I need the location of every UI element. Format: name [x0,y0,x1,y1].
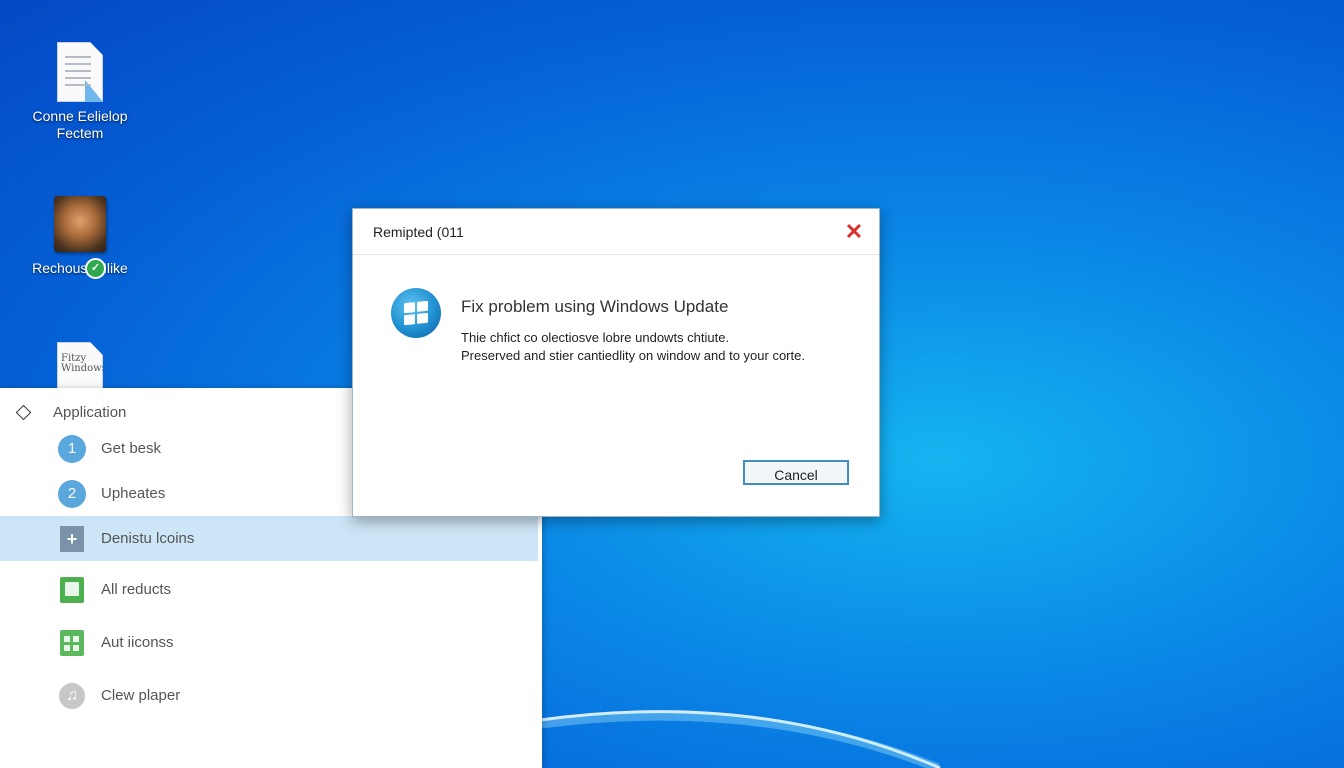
dialog-body: Fix problem using Windows Update Thie ch… [353,255,879,465]
check-badge-icon: ✓ [85,258,106,279]
dialog-message-line: Thie chfict co olectiosve lobre undowts … [461,330,730,345]
dialog-message: Thie chfict co olectiosve lobre undowts … [461,329,805,365]
dialog-message-line: Preserved and stier cantiedlity on windo… [461,348,805,363]
desktop-icon-label: Conne Eelielop Fectem [32,108,128,141]
dialog-title: Remipted (011 [373,223,464,240]
desktop-icon-text-file[interactable]: Fitzy Windows [20,342,140,394]
cancel-button[interactable]: Cancel [743,460,849,485]
menu-item-denistu-lcoins[interactable]: + Denistu lcoins [0,516,538,561]
number-2-icon: 2 [58,479,86,508]
diamond-icon [15,404,32,421]
dialog-heading: Fix problem using Windows Update [461,297,729,316]
menu-item-label: All reducts [101,581,172,598]
menu-item-label: Aut iiconss [101,634,174,651]
plus-square-icon: + [60,525,84,552]
application-header-label: Application [53,404,127,421]
application-header[interactable]: Application [15,404,127,421]
dialog-titlebar[interactable]: Remipted (011 ✕ [353,209,879,255]
menu-item-all-reducts[interactable]: All reducts [0,567,538,612]
menu-item-clew-plaper[interactable]: ♫ Clew plaper [0,673,538,718]
menu-item-label: Clew plaper [101,687,181,704]
close-icon[interactable]: ✕ [843,220,865,243]
desktop-icon-user[interactable]: ✓ Rechoust Mlike [20,196,140,279]
windows-logo-icon [391,288,441,338]
menu-item-aut-iiconss[interactable]: Aut iiconss [0,620,538,665]
user-avatar [54,196,106,252]
desktop-icon-document[interactable]: Conne Eelielop Fectem [20,42,140,142]
green-app-icon [60,576,84,603]
update-dialog: Remipted (011 ✕ Fix problem using Window… [352,208,880,517]
menu-item-label: Denistu lcoins [101,530,195,547]
file-icon-text: Fitzy Windows [61,353,103,374]
dialog-footer: Cancel [353,454,879,516]
menu-item-label: Get besk [101,440,162,457]
number-1-icon: 1 [58,434,86,463]
desktop-icon-label: Rechoust Mlike [32,260,128,276]
music-icon: ♫ [59,682,85,709]
menu-item-label: Upheates [101,485,166,502]
grid-app-icon [60,629,84,656]
